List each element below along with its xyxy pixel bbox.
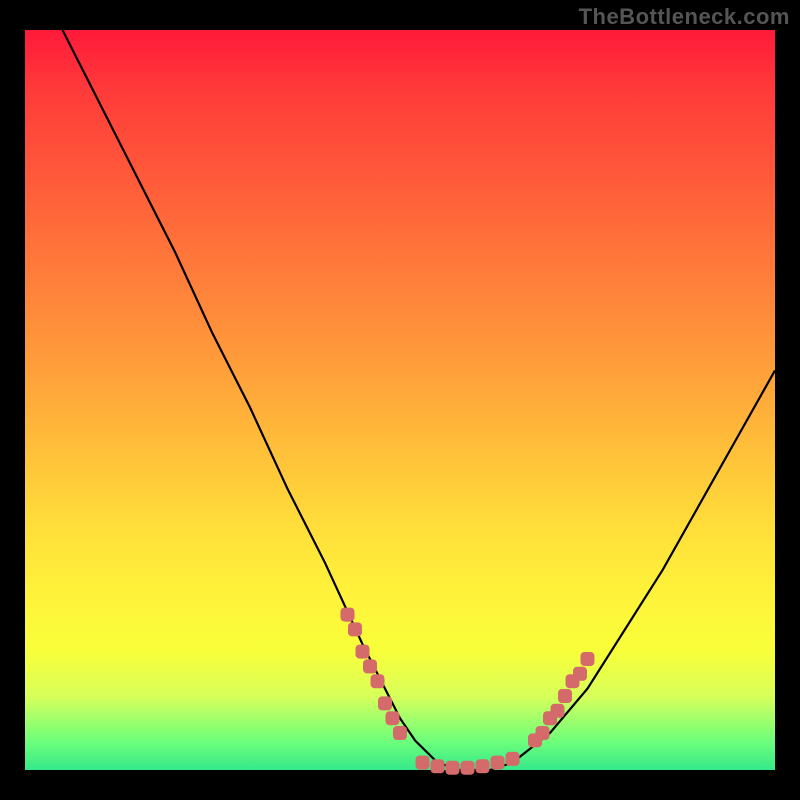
curve-marker (363, 659, 377, 673)
curve-markers (341, 608, 595, 775)
curve-marker (446, 761, 460, 775)
curve-marker (506, 752, 520, 766)
chart-frame: TheBottleneck.com (0, 0, 800, 800)
curve-marker (356, 645, 370, 659)
plot-area (25, 30, 775, 770)
curve-marker (551, 704, 565, 718)
curve-marker (476, 759, 490, 773)
curve-marker (431, 759, 445, 773)
bottleneck-curve (63, 30, 776, 770)
curve-svg (25, 30, 775, 770)
curve-marker (461, 761, 475, 775)
curve-marker (581, 652, 595, 666)
watermark-text: TheBottleneck.com (579, 4, 790, 30)
curve-marker (386, 711, 400, 725)
curve-marker (348, 622, 362, 636)
curve-marker (416, 756, 430, 770)
curve-marker (341, 608, 355, 622)
curve-marker (573, 667, 587, 681)
curve-marker (393, 726, 407, 740)
curve-marker (536, 726, 550, 740)
curve-marker (378, 696, 392, 710)
curve-marker (371, 674, 385, 688)
curve-marker (491, 756, 505, 770)
curve-marker (558, 689, 572, 703)
